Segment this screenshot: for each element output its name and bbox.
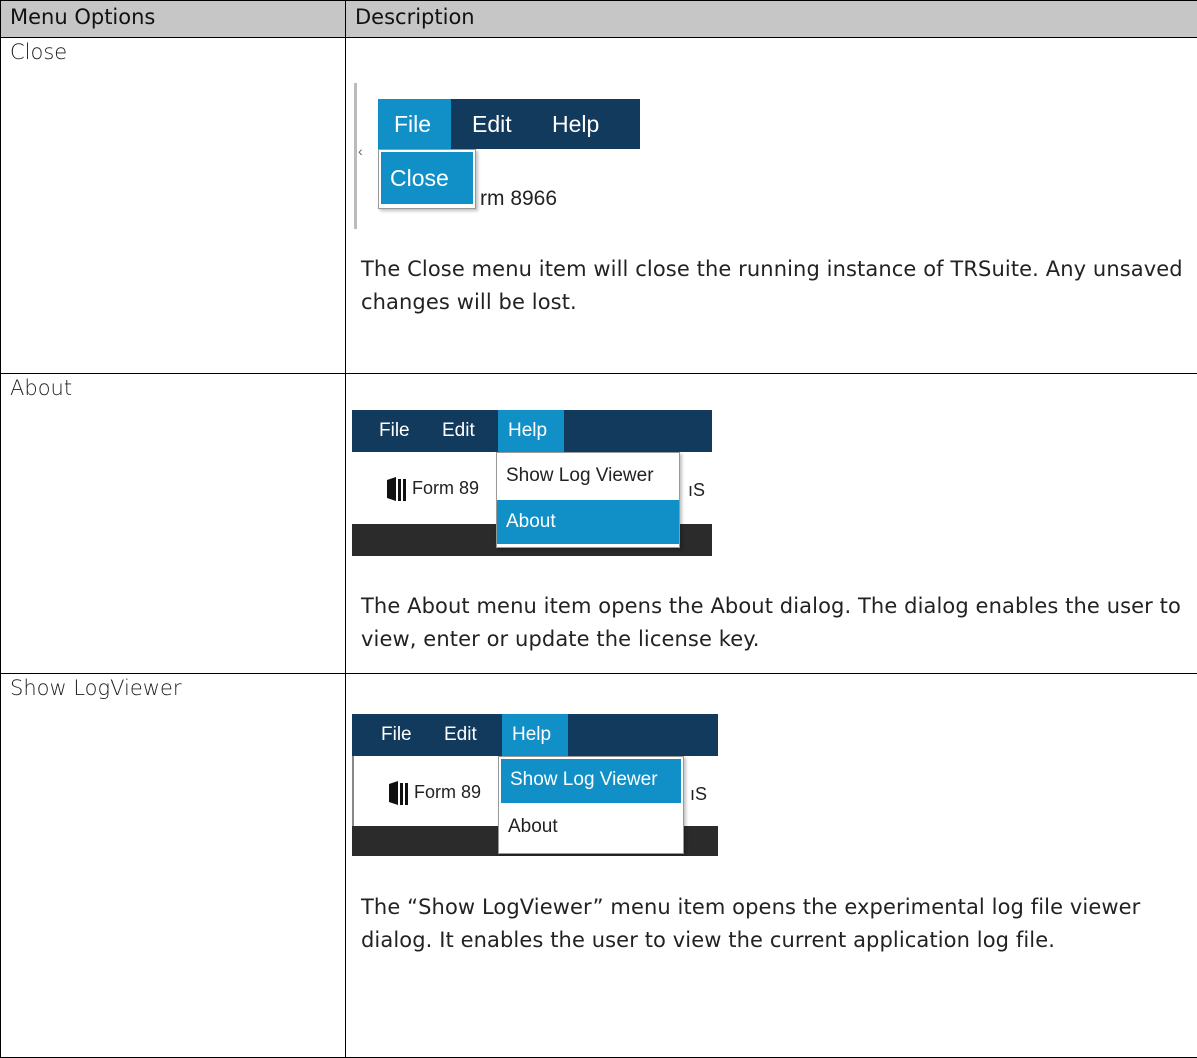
menu-bar: File Edit Help [352, 714, 718, 756]
menu-bar: File Edit Help [352, 410, 712, 452]
form-title-partial: rm 8966 [480, 187, 557, 211]
option-show-logviewer: Show LogViewer [1, 674, 346, 1058]
option-close: Close [1, 38, 346, 374]
menu-help[interactable]: Help [502, 714, 568, 756]
close-description: The Close menu item will close the runni… [361, 253, 1185, 319]
menu-file[interactable]: File [378, 99, 451, 149]
description-cell: File Edit Help Form 89 ıS Show Log Viewe… [346, 374, 1197, 674]
menu-edit[interactable]: Edit [442, 420, 475, 442]
dropdown-item-about[interactable]: About [497, 500, 679, 544]
menu-edit[interactable]: Edit [472, 111, 512, 138]
file-dropdown: Close [378, 149, 476, 209]
dropdown-item-show-log-viewer[interactable]: Show Log Viewer [501, 759, 681, 803]
table-row: Close ‹ File Edit Help rm 8966 Close The… [1, 38, 1197, 374]
menu-help[interactable]: Help [552, 111, 599, 138]
table-header-row: Menu Options Description [1, 1, 1197, 38]
menu-options-table: Menu Options Description Close ‹ File Ed… [0, 0, 1197, 1058]
description-cell: ‹ File Edit Help rm 8966 Close The Close… [346, 38, 1197, 374]
help-dropdown: Show Log Viewer About [498, 756, 684, 854]
about-description: The About menu item opens the About dial… [361, 590, 1185, 656]
dropdown-item-about[interactable]: About [499, 805, 683, 849]
menu-edit[interactable]: Edit [444, 724, 477, 746]
logviewer-menu-screenshot: File Edit Help Form 89 ıS Show Log Viewe… [352, 714, 718, 856]
menu-help[interactable]: Help [498, 410, 564, 452]
table-row: Show LogViewer File Edit Help Form 89 ıS [1, 674, 1197, 1058]
close-menu-screenshot: ‹ File Edit Help rm 8966 Close [354, 83, 644, 229]
menu-file[interactable]: File [379, 420, 410, 442]
logviewer-description: The “Show LogViewer” menu item opens the… [361, 891, 1185, 957]
form-title-suffix: ıS [690, 784, 707, 805]
description-cell: File Edit Help Form 89 ıS Show Log Viewe… [346, 674, 1197, 1058]
dropdown-item-show-log-viewer[interactable]: Show Log Viewer [497, 453, 679, 499]
help-dropdown: Show Log Viewer About [496, 452, 680, 548]
menu-file[interactable]: File [381, 724, 412, 746]
menu-bar: File Edit Help [378, 99, 640, 149]
form-title-partial: Form 89 [412, 478, 479, 499]
form-title-suffix: ıS [688, 480, 705, 501]
book-icon [388, 780, 410, 806]
header-menu-options: Menu Options [1, 1, 346, 38]
dropdown-item-close[interactable]: Close [381, 152, 473, 204]
book-icon [386, 476, 408, 502]
form-title-partial: Form 89 [414, 782, 481, 803]
table-row: About File Edit Help Form 89 ıS [1, 374, 1197, 674]
about-menu-screenshot: File Edit Help Form 89 ıS Show Log Viewe… [352, 410, 712, 556]
option-about: About [1, 374, 346, 674]
header-description: Description [346, 1, 1197, 38]
